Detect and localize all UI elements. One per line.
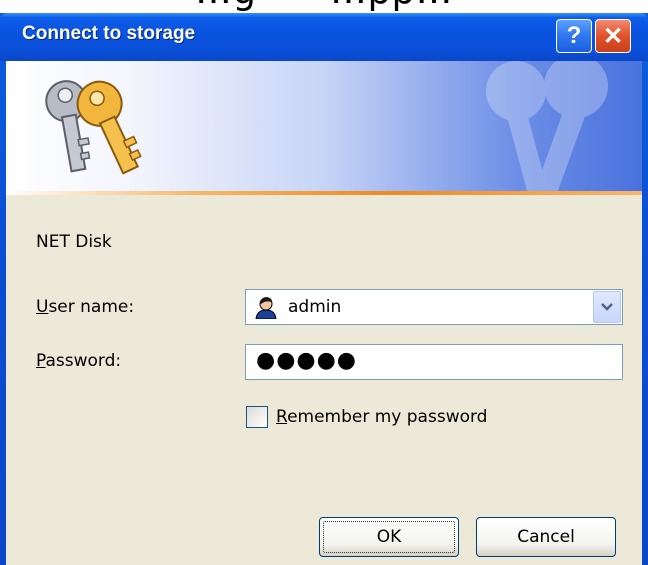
screen: …g …pp… Connect to storage ? ✕	[0, 0, 648, 565]
password-field[interactable]: ●●●●●	[245, 344, 623, 380]
remember-password-checkbox[interactable]	[246, 406, 268, 428]
user-icon	[255, 297, 277, 319]
ok-button-label: OK	[376, 527, 402, 547]
help-icon: ?	[566, 22, 582, 49]
dropdown-button[interactable]	[593, 291, 621, 323]
window-title: Connect to storage	[22, 23, 196, 44]
close-button[interactable]: ✕	[595, 19, 631, 53]
dialog-body: NET Disk User name: admin Password: ●●●●…	[6, 61, 642, 565]
dialog-window: Connect to storage ? ✕ NET Disk User nam…	[0, 13, 648, 565]
password-label: Password:	[36, 351, 122, 371]
banner-divider	[6, 191, 642, 195]
chevron-down-icon	[601, 303, 613, 311]
cancel-button[interactable]: Cancel	[476, 517, 616, 557]
keys-icon	[45, 80, 142, 175]
remember-password-label[interactable]: Remember my password	[276, 407, 487, 427]
cancel-button-label: Cancel	[517, 527, 575, 547]
keys-watermark-icon	[486, 61, 608, 192]
username-combobox[interactable]: admin	[245, 289, 623, 325]
close-icon: ✕	[602, 22, 624, 50]
username-label: User name:	[36, 297, 135, 317]
password-value: ●●●●●	[256, 348, 357, 373]
server-name: NET Disk	[36, 232, 112, 252]
help-button[interactable]: ?	[556, 19, 592, 53]
title-bar[interactable]: Connect to storage ? ✕	[0, 13, 648, 61]
username-value: admin	[288, 297, 342, 317]
ok-button[interactable]: OK	[319, 517, 459, 557]
dialog-banner	[6, 61, 642, 192]
